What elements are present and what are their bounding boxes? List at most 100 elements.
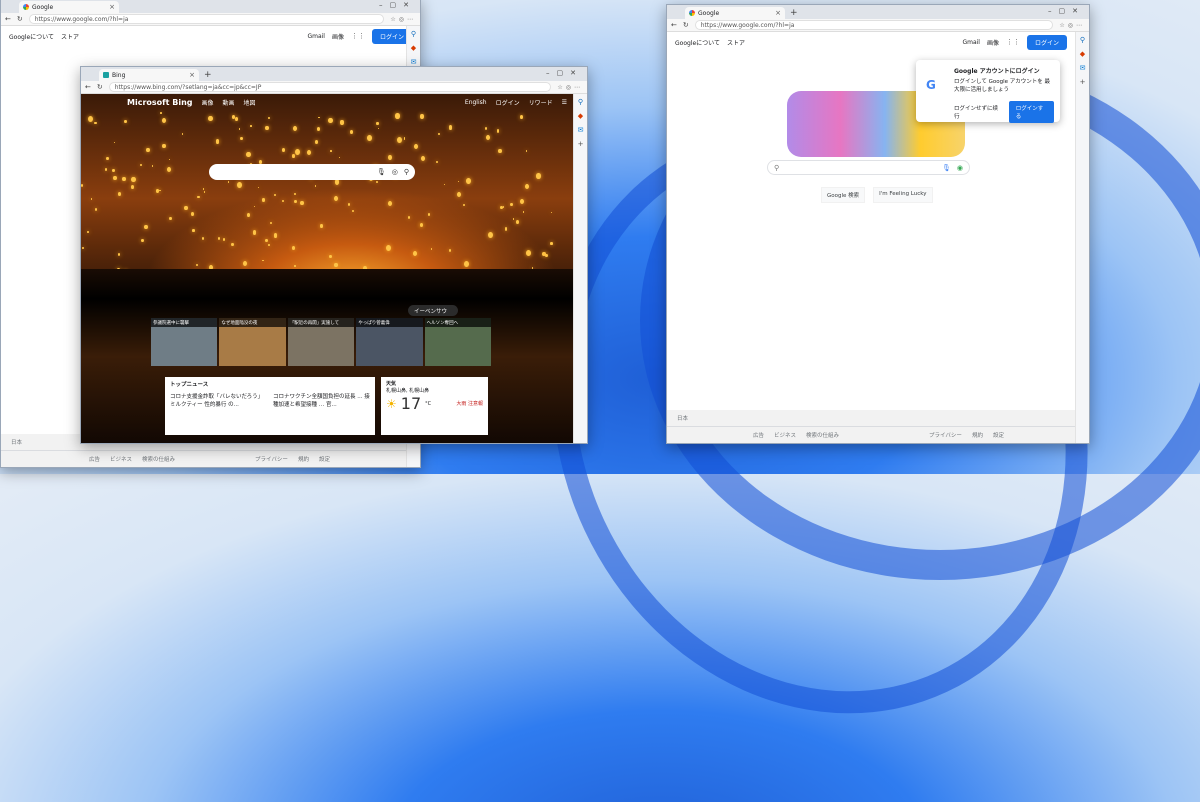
office-icon[interactable]: ◆ — [1080, 50, 1085, 58]
back-icon[interactable]: ← — [671, 21, 677, 29]
footer-link[interactable]: 広告 — [753, 431, 764, 439]
gmail-link[interactable]: Gmail — [962, 39, 980, 46]
footer-link[interactable]: 広告 — [89, 455, 100, 463]
images-link[interactable]: 画像 — [332, 32, 344, 41]
news-card[interactable]: 「駅近の再開」実施して — [287, 318, 355, 366]
lantern-decoration — [328, 254, 332, 258]
lantern-decoration — [496, 129, 500, 133]
tab-google[interactable]: Google × — [19, 1, 119, 13]
google-search-button[interactable]: Google 検索 — [821, 187, 866, 203]
footer-link[interactable]: 設定 — [993, 431, 1004, 439]
url-field[interactable]: https://www.google.com/?hl=ja — [694, 20, 1054, 30]
news-card[interactable]: なぜ地面陥没の夜 — [219, 318, 286, 366]
lantern-decoration — [316, 126, 321, 132]
outlook-icon[interactable]: ✉ — [411, 58, 417, 66]
office-icon[interactable]: ◆ — [411, 44, 416, 52]
footer-link[interactable]: プライバシー — [929, 431, 962, 439]
footer-link[interactable]: 設定 — [319, 455, 330, 463]
google-search-box[interactable]: ⚲ 🎙 ◉ — [767, 160, 970, 175]
rewards-link[interactable]: リワード — [529, 98, 553, 107]
images-link[interactable]: 画像 — [987, 38, 999, 47]
news-item[interactable]: コロナ支援金詐取「バレないだろう」 ミルクティー 性的暴行 の... — [170, 392, 267, 408]
close-tab-icon[interactable]: × — [775, 9, 781, 17]
lantern-decoration — [161, 117, 167, 124]
lantern-decoration — [122, 176, 126, 181]
title-bar: Google × + –▢✕ — [667, 5, 1089, 19]
footer-link[interactable]: ビジネス — [774, 431, 796, 439]
search-icon[interactable]: ⚲ — [1080, 36, 1085, 44]
popup-login-button[interactable]: ログインする — [1008, 101, 1054, 123]
footer-link[interactable]: 検索の仕組み — [806, 431, 839, 439]
lantern-decoration — [291, 154, 295, 158]
lantern-decoration — [168, 159, 170, 161]
nav-maps[interactable]: 地図 — [244, 98, 256, 107]
news-card[interactable]: ヘルソン奪回へ — [424, 318, 492, 366]
toolbar-icons[interactable]: ☆◎⋯ — [390, 16, 416, 23]
lantern-decoration — [520, 199, 525, 205]
login-button[interactable]: ログイン — [1026, 34, 1067, 50]
mic-icon[interactable]: 🎙 — [377, 168, 386, 176]
store-link[interactable]: ストア — [727, 38, 745, 47]
store-link[interactable]: ストア — [61, 32, 79, 41]
menu-icon[interactable]: ☰ — [562, 99, 567, 106]
toolbar-icons[interactable]: ☆◎⋯ — [1059, 22, 1085, 29]
footer-link[interactable]: 検索の仕組み — [142, 455, 175, 463]
apps-grid-icon[interactable]: ⋮⋮ — [1006, 38, 1020, 46]
add-icon[interactable]: + — [1080, 78, 1086, 86]
news-card[interactable]: やっぱり菅義偉 — [356, 318, 423, 366]
location-pill[interactable]: イーベンサウ — [408, 305, 458, 316]
footer-link[interactable]: ビジネス — [110, 455, 132, 463]
footer-link[interactable]: 規約 — [972, 431, 983, 439]
english-link[interactable]: English — [465, 99, 487, 106]
search-icon[interactable]: ⚲ — [411, 30, 416, 38]
tab-bing[interactable]: Bing × — [99, 69, 199, 81]
lantern-decoration — [182, 133, 184, 136]
url-field[interactable]: https://www.bing.com/?setlang=ja&cc=jp&c… — [108, 82, 552, 92]
decline-button[interactable]: ログインせずに续行 — [954, 104, 1001, 120]
footer-link[interactable]: 規約 — [298, 455, 309, 463]
about-link[interactable]: Googleについて — [675, 38, 720, 47]
bing-search-box[interactable]: 🎙 ◎ ⚲ — [209, 164, 415, 180]
bing-logo[interactable]: Microsoft Bing — [87, 98, 193, 107]
search-icon[interactable]: ⚲ — [578, 98, 583, 106]
weather-card[interactable]: 天気 札幌山鼻, 札幌山鼻 ☀ 17 °C 大雨 注意報 — [381, 377, 488, 435]
toolbar-icons[interactable]: ☆◎⋯ — [557, 84, 583, 91]
window-controls[interactable]: –▢✕ — [1048, 7, 1085, 15]
back-icon[interactable]: ← — [5, 15, 11, 23]
refresh-icon[interactable]: ↻ — [17, 15, 23, 23]
nav-images[interactable]: 画像 — [202, 98, 214, 107]
news-item[interactable]: コロナワクチン全額国負担の延長 ... 接種加速と希望接種 … 官... — [273, 392, 370, 408]
outlook-icon[interactable]: ✉ — [578, 126, 584, 134]
window-controls[interactable]: –▢✕ — [379, 1, 416, 9]
apps-grid-icon[interactable]: ⋮⋮ — [351, 32, 365, 40]
feeling-lucky-button[interactable]: I'm Feeling Lucky — [873, 187, 933, 203]
tab-label: Bing — [112, 71, 126, 79]
news-card[interactable]: 参議院選中に襲撃 — [151, 318, 218, 366]
google-footer: 日本 広告 ビジネス 検索の仕組み プライバシー 規約 設定 — [667, 410, 1075, 443]
lantern-decoration — [117, 191, 122, 197]
mic-icon[interactable]: 🎙 — [942, 164, 951, 172]
url-field[interactable]: https://www.google.com/?hl=ja — [28, 14, 385, 24]
new-tab-icon[interactable]: + — [790, 7, 798, 19]
about-link[interactable]: Googleについて — [9, 32, 54, 41]
new-tab-icon[interactable]: + — [204, 69, 212, 81]
visual-search-icon[interactable]: ◎ — [392, 168, 398, 176]
gmail-link[interactable]: Gmail — [307, 33, 325, 40]
window-controls[interactable]: –▢✕ — [546, 69, 583, 77]
nav-videos[interactable]: 動画 — [223, 98, 235, 107]
office-icon[interactable]: ◆ — [578, 112, 583, 120]
back-icon[interactable]: ← — [85, 83, 91, 91]
lens-icon[interactable]: ◉ — [957, 164, 963, 172]
tab-google[interactable]: Google × — [685, 7, 785, 19]
close-tab-icon[interactable]: × — [189, 71, 195, 79]
login-link[interactable]: ログイン — [496, 98, 520, 107]
lantern-decoration — [348, 202, 351, 206]
search-icon[interactable]: ⚲ — [404, 168, 409, 176]
outlook-icon[interactable]: ✉ — [1080, 64, 1086, 72]
refresh-icon[interactable]: ↻ — [683, 21, 689, 29]
address-bar-row: ← ↻ https://www.google.com/?hl=ja ☆◎⋯ — [667, 19, 1089, 32]
add-icon[interactable]: + — [578, 140, 584, 148]
refresh-icon[interactable]: ↻ — [97, 83, 103, 91]
close-tab-icon[interactable]: × — [109, 3, 115, 11]
footer-link[interactable]: プライバシー — [255, 455, 288, 463]
